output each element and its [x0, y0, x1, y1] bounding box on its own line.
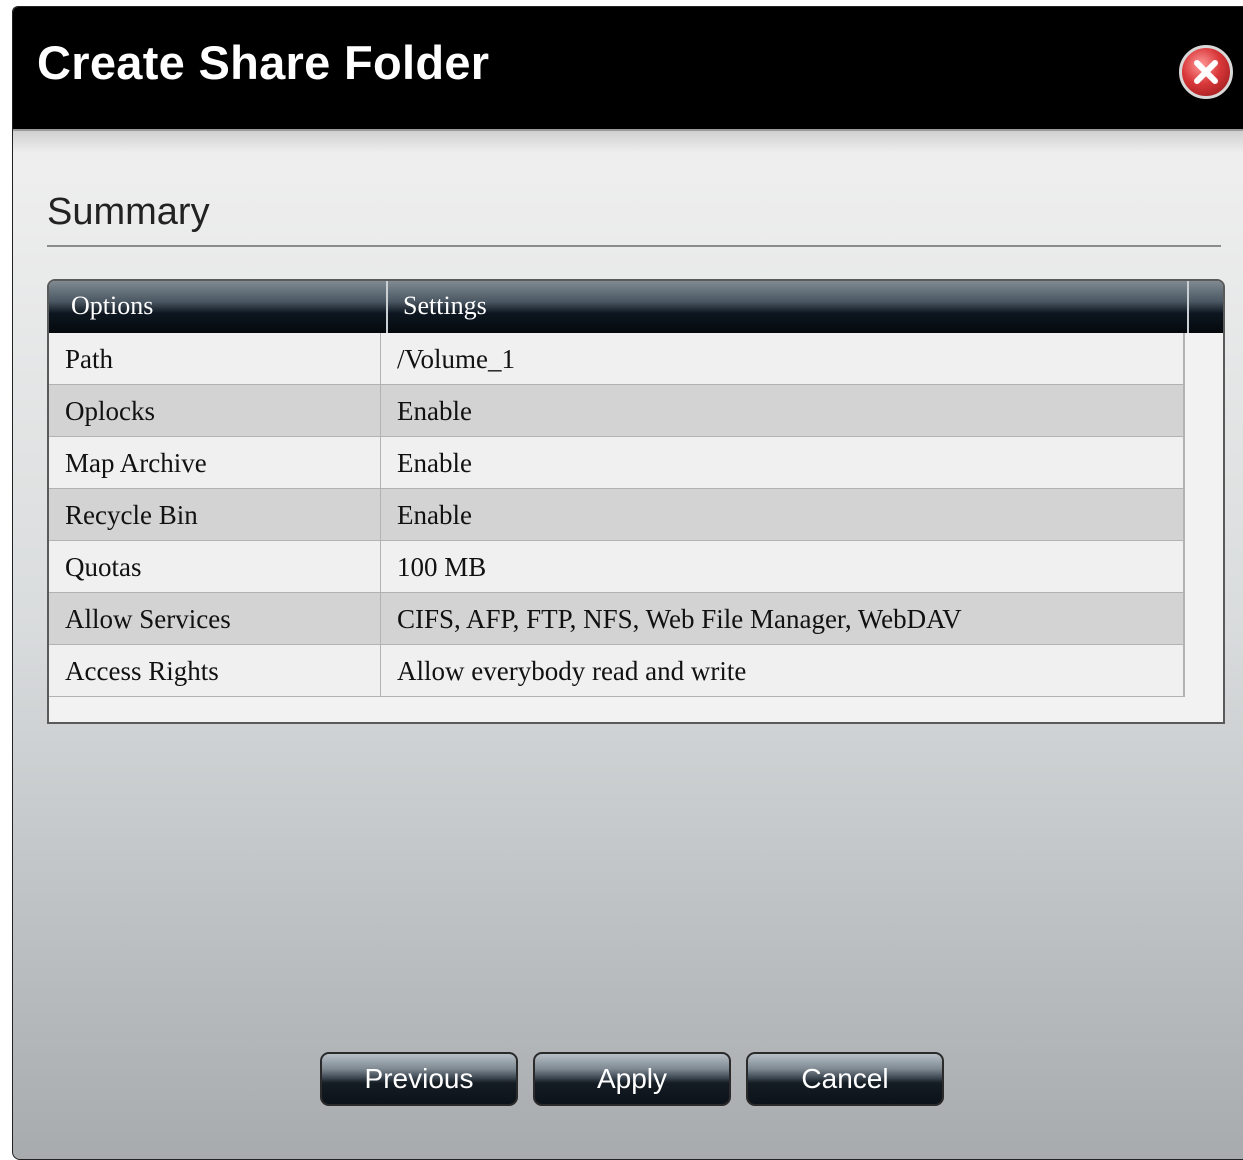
option-cell: Oplocks — [65, 396, 155, 426]
table-row: Access Rights Allow everybody read and w… — [49, 645, 1185, 697]
setting-cell: Enable — [397, 448, 472, 478]
close-icon — [1194, 60, 1218, 84]
option-cell: Path — [65, 344, 114, 374]
option-cell: Allow Services — [65, 604, 231, 634]
setting-cell: CIFS, AFP, FTP, NFS, Web File Manager, W… — [397, 604, 962, 634]
setting-cell: 100 MB — [397, 552, 487, 582]
table-row: Map Archive Enable — [49, 437, 1185, 489]
setting-cell: Enable — [397, 500, 472, 530]
option-cell: Quotas — [65, 552, 142, 582]
column-divider — [386, 281, 388, 333]
option-cell: Access Rights — [65, 656, 219, 686]
table-row: Oplocks Enable — [49, 385, 1185, 437]
option-cell: Map Archive — [65, 448, 207, 478]
table-row: Allow Services CIFS, AFP, FTP, NFS, Web … — [49, 593, 1185, 645]
cell-divider — [380, 437, 381, 489]
column-divider — [1187, 281, 1189, 333]
create-share-folder-dialog: Create Share Folder Summary Options Sett… — [12, 6, 1243, 1160]
table-header: Options Settings — [49, 281, 1223, 333]
summary-table: Options Settings Path /Volume_1 Oplocks … — [47, 279, 1225, 724]
apply-button[interactable]: Apply — [533, 1052, 731, 1106]
column-header-options[interactable]: Options — [71, 281, 153, 333]
close-button[interactable] — [1179, 45, 1233, 99]
cell-divider — [380, 645, 381, 697]
column-header-settings[interactable]: Settings — [403, 281, 487, 333]
setting-cell: Enable — [397, 396, 472, 426]
cell-divider — [380, 541, 381, 593]
setting-cell: Allow everybody read and write — [397, 656, 747, 686]
setting-cell: /Volume_1 — [397, 344, 516, 374]
dialog-titlebar: Create Share Folder — [13, 7, 1243, 131]
table-row: Recycle Bin Enable — [49, 489, 1185, 541]
cell-divider — [380, 333, 381, 385]
cancel-button[interactable]: Cancel — [746, 1052, 944, 1106]
dialog-title: Create Share Folder — [37, 36, 490, 89]
table-row: Quotas 100 MB — [49, 541, 1185, 593]
previous-button[interactable]: Previous — [320, 1052, 518, 1106]
cell-divider — [380, 385, 381, 437]
cell-divider — [380, 593, 381, 645]
section-divider — [47, 245, 1221, 247]
titlebar-shadow — [13, 131, 1243, 153]
section-heading: Summary — [47, 191, 210, 233]
table-row: Path /Volume_1 — [49, 333, 1185, 385]
cell-divider — [380, 489, 381, 541]
table-body: Path /Volume_1 Oplocks Enable Map Archiv… — [49, 333, 1185, 697]
option-cell: Recycle Bin — [65, 500, 198, 530]
